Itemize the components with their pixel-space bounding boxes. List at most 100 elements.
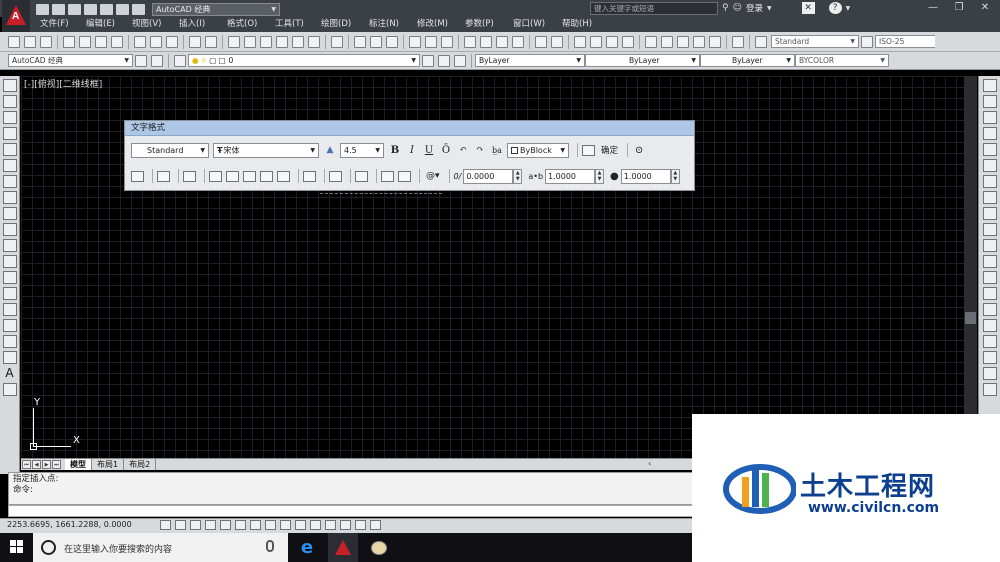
- save-as-icon[interactable]: [84, 4, 97, 15]
- mtext-justification-icon[interactable]: [157, 170, 170, 182]
- microphone-icon[interactable]: [266, 540, 274, 552]
- menu-format[interactable]: 格式(O): [227, 17, 275, 32]
- app-menu-button[interactable]: [2, 0, 30, 32]
- viewport-controls[interactable]: [-][俯视][二维线框]: [24, 77, 102, 90]
- plot-icon[interactable]: [409, 35, 421, 48]
- symbol-icon[interactable]: @▾: [424, 169, 442, 184]
- bold-button[interactable]: B: [388, 143, 402, 158]
- color-select[interactable]: ByLayer ▼: [475, 54, 585, 67]
- array-icon[interactable]: [982, 143, 997, 156]
- gradient-icon[interactable]: [2, 319, 17, 332]
- save-icon[interactable]: [40, 35, 52, 48]
- tab-layout2[interactable]: 布局2: [124, 459, 157, 470]
- undo-icon[interactable]: [535, 35, 547, 48]
- copy-icon[interactable]: [150, 35, 162, 48]
- lowercase-icon[interactable]: [398, 170, 411, 182]
- workspace-switch[interactable]: AutoCAD 经典 ▼: [152, 3, 280, 16]
- save-icon[interactable]: [68, 4, 81, 15]
- point-icon[interactable]: [2, 287, 17, 300]
- new-icon[interactable]: [36, 4, 49, 15]
- new-icon[interactable]: [354, 35, 366, 48]
- markup-icon[interactable]: [292, 35, 304, 48]
- open-icon[interactable]: [52, 4, 65, 15]
- undo-icon[interactable]: [189, 35, 201, 48]
- transparency-icon[interactable]: [325, 520, 336, 530]
- text-style-select[interactable]: Standard ▼: [771, 35, 859, 48]
- table-icon[interactable]: [2, 351, 17, 364]
- layer-properties-icon[interactable]: [151, 54, 163, 67]
- object-snap-icon[interactable]: [235, 520, 246, 530]
- command-input[interactable]: [8, 505, 694, 517]
- plot-icon[interactable]: [63, 35, 75, 48]
- paragraph-icon[interactable]: [183, 170, 196, 182]
- pan-icon[interactable]: [574, 35, 586, 48]
- make-current-icon[interactable]: [422, 54, 434, 67]
- help-button[interactable]: ?: [828, 2, 842, 14]
- lineweight-icon[interactable]: [310, 520, 321, 530]
- help-icon[interactable]: [732, 35, 744, 48]
- minimize-icon[interactable]: —: [920, 0, 946, 16]
- line-icon[interactable]: [2, 79, 17, 92]
- taskbar-search-text[interactable]: 在这里输入你要搜索的内容: [64, 542, 172, 555]
- stack-icon[interactable]: b̲a: [490, 143, 504, 158]
- justify-icon[interactable]: [260, 170, 273, 182]
- draw-order-icon[interactable]: [982, 367, 997, 380]
- annotative-icon[interactable]: ▲: [323, 143, 337, 158]
- region-icon[interactable]: [2, 335, 17, 348]
- font-select[interactable]: Ŧ 宋体 ▼: [213, 142, 319, 158]
- match-properties-icon[interactable]: [512, 35, 524, 48]
- plot-style-select[interactable]: BYCOLOR ▼: [795, 54, 889, 67]
- cut-icon[interactable]: [464, 35, 476, 48]
- design-center-icon[interactable]: [244, 35, 256, 48]
- quick-properties-icon[interactable]: [340, 520, 351, 530]
- properties-icon[interactable]: [228, 35, 240, 48]
- polygon-icon[interactable]: [2, 127, 17, 140]
- publish-icon[interactable]: [441, 35, 453, 48]
- search-input[interactable]: 键入关键字或短语: [590, 2, 718, 15]
- horizontal-scroll-left[interactable]: ‹: [648, 459, 692, 469]
- explode-icon[interactable]: [982, 351, 997, 364]
- properties-icon[interactable]: [645, 35, 657, 48]
- infer-constraints-icon[interactable]: [160, 520, 171, 530]
- linetype-select[interactable]: ByLayer ▼: [585, 54, 700, 67]
- polar-tracking-icon[interactable]: [220, 520, 231, 530]
- dynamic-input-icon[interactable]: [295, 520, 306, 530]
- paste-icon[interactable]: [166, 35, 178, 48]
- text-formatting-title[interactable]: 文字格式: [125, 121, 694, 136]
- paste-icon[interactable]: [496, 35, 508, 48]
- insert-block-icon[interactable]: [2, 255, 17, 268]
- chevron-down-icon[interactable]: ▼: [767, 5, 772, 12]
- restore-icon[interactable]: ❐: [946, 0, 972, 16]
- spline-icon[interactable]: [2, 207, 17, 220]
- next-tab-icon[interactable]: ▶: [42, 460, 51, 469]
- open-icon[interactable]: [24, 35, 36, 48]
- tracking-spinner[interactable]: ▲ ▼: [595, 168, 605, 184]
- annotation-monitor-icon[interactable]: [370, 520, 381, 530]
- design-center-icon[interactable]: [661, 35, 673, 48]
- erase-icon[interactable]: [982, 79, 997, 92]
- menu-draw[interactable]: 绘图(D): [321, 17, 369, 32]
- undo-icon[interactable]: ↶: [456, 143, 470, 158]
- zoom-previous-icon[interactable]: [622, 35, 634, 48]
- redo-icon[interactable]: [551, 35, 563, 48]
- plot-preview-icon[interactable]: [425, 35, 437, 48]
- calculator-icon[interactable]: [308, 35, 320, 48]
- layer-previous-icon[interactable]: [438, 54, 450, 67]
- menu-help[interactable]: 帮助(H): [562, 17, 608, 32]
- align-left-icon[interactable]: [209, 170, 222, 182]
- publish-icon[interactable]: [95, 35, 107, 48]
- revision-cloud-icon[interactable]: [2, 191, 17, 204]
- menu-insert[interactable]: 插入(I): [179, 17, 227, 32]
- menu-tools[interactable]: 工具(T): [275, 17, 321, 32]
- selection-cycling-icon[interactable]: [355, 520, 366, 530]
- dim-style-icon[interactable]: [861, 35, 873, 48]
- menu-window[interactable]: 窗口(W): [513, 17, 562, 32]
- layer-states-icon[interactable]: [454, 54, 466, 67]
- 3d-print-icon[interactable]: [111, 35, 123, 48]
- mtext-ruler[interactable]: [320, 193, 442, 199]
- ruler-icon[interactable]: [582, 144, 595, 156]
- scale-icon[interactable]: [982, 191, 997, 204]
- stretch-icon[interactable]: [982, 207, 997, 220]
- redo-icon[interactable]: [205, 35, 217, 48]
- italic-button[interactable]: I: [405, 143, 419, 158]
